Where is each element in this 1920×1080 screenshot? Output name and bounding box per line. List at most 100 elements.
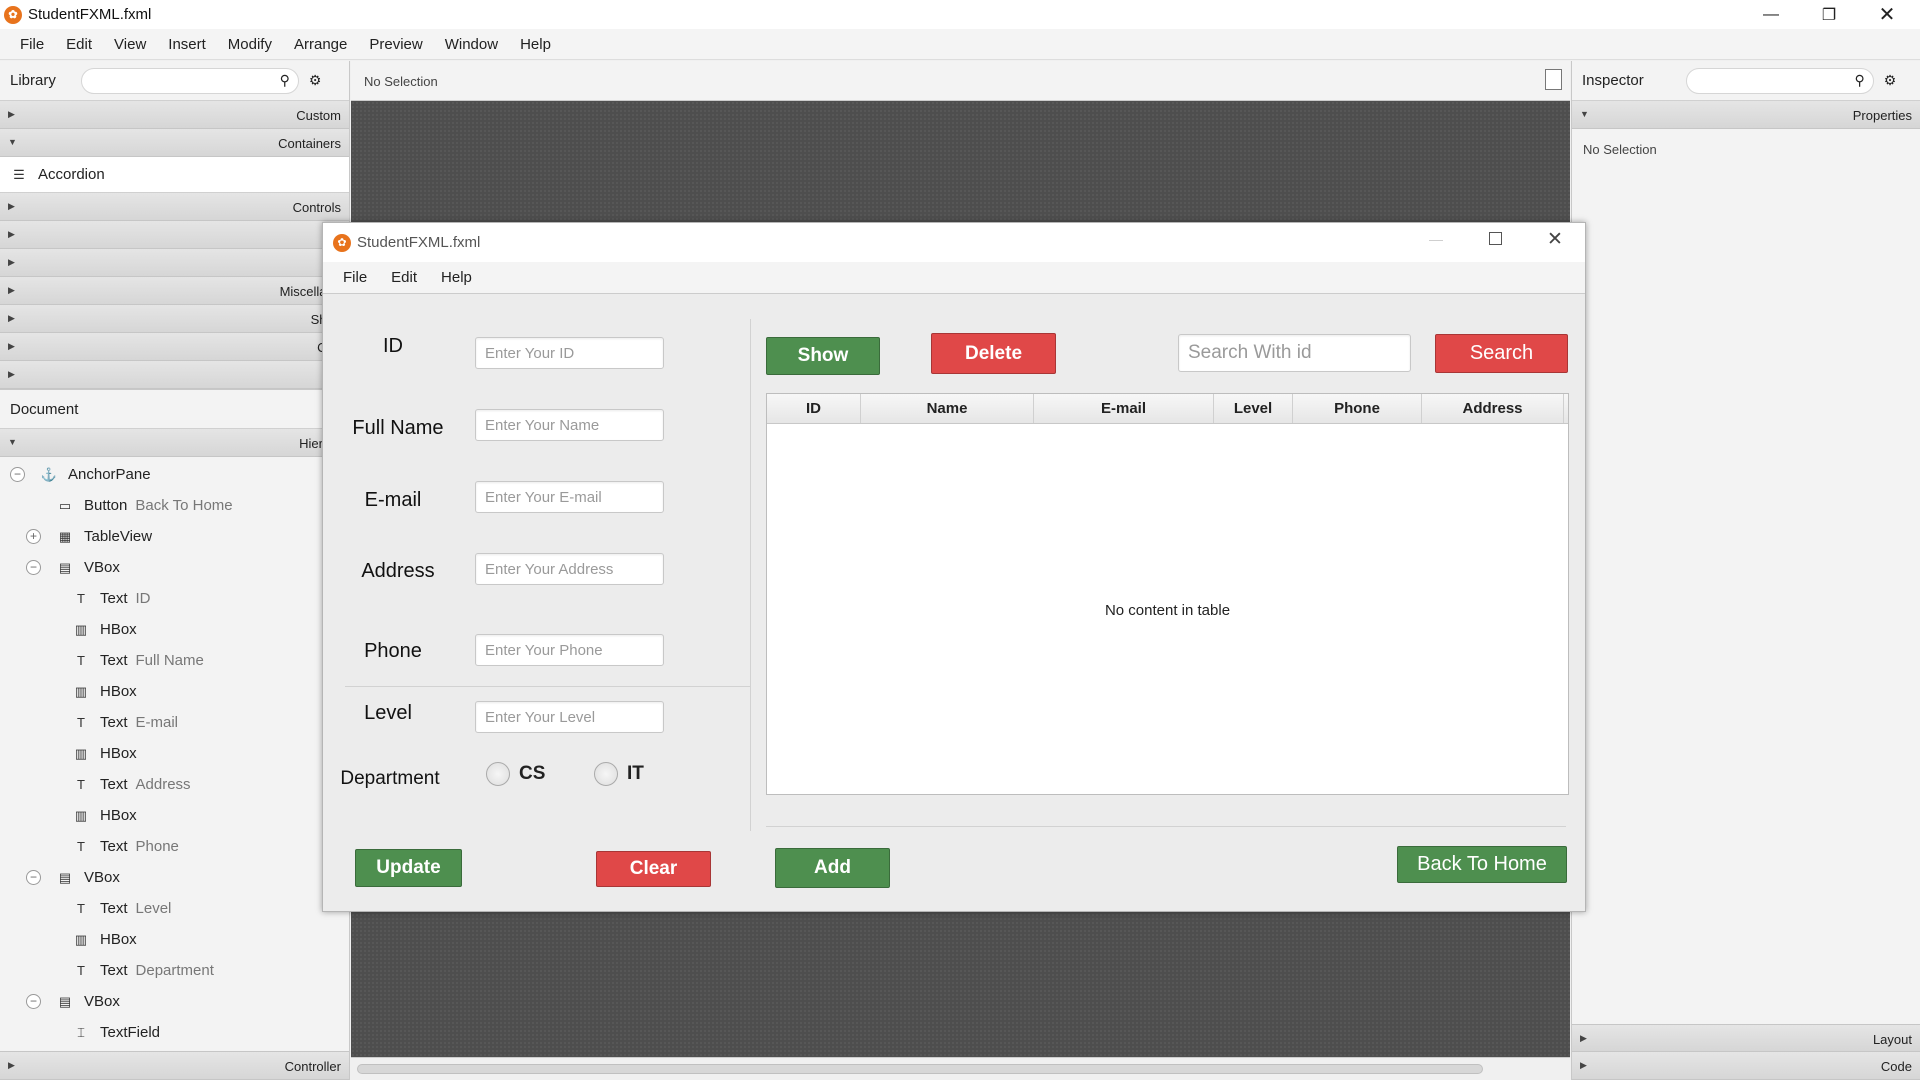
search-icon: ⚲	[279, 71, 290, 88]
layout-section-header[interactable]: ▶ Layout	[1572, 1024, 1920, 1052]
search-id-input[interactable]	[1178, 334, 1411, 372]
minimize-icon[interactable]: —	[1429, 231, 1443, 247]
close-icon[interactable]: ✕	[1858, 0, 1916, 29]
expand-icon[interactable]: +	[26, 529, 41, 544]
menu-view[interactable]: View	[103, 36, 157, 53]
library-section-header[interactable]: ▶Shap	[0, 305, 349, 333]
hierarchy-item[interactable]: ▥ HBox	[0, 800, 349, 831]
column-header-email[interactable]: E-mail	[1034, 394, 1214, 423]
hierarchy-item[interactable]: − ▤ VBox	[0, 862, 349, 893]
column-header-level[interactable]: Level	[1214, 394, 1293, 423]
hierarchy-section-header[interactable]: ▼ Hierarc	[0, 429, 349, 457]
document-icon[interactable]	[1545, 69, 1562, 90]
clear-button[interactable]: Clear	[596, 851, 711, 887]
hierarchy-item[interactable]: ▥ HBox	[0, 676, 349, 707]
library-section-header[interactable]: ▶	[0, 361, 349, 389]
hierarchy-item[interactable]: ⌶ TextField	[0, 1017, 349, 1048]
menu-preview[interactable]: Preview	[358, 36, 433, 53]
library-section-header[interactable]: ▶ Controls	[0, 193, 349, 221]
controller-section-header[interactable]: ▶ Controller	[0, 1051, 349, 1080]
library-section-header[interactable]: ▶ Custom	[0, 101, 349, 129]
hierarchy-item[interactable]: ▭ Button Back To Home	[0, 490, 349, 521]
level-input[interactable]	[475, 701, 664, 733]
library-section-header[interactable]: ▶Gl	[0, 221, 349, 249]
scrollbar-thumb[interactable]	[357, 1064, 1483, 1074]
menu-insert[interactable]: Insert	[157, 36, 217, 53]
hierarchy-item[interactable]: T Text Phone	[0, 831, 349, 862]
menu-window[interactable]: Window	[434, 36, 509, 53]
close-icon[interactable]: ✕	[1547, 228, 1563, 251]
it-radio-label[interactable]: IT	[627, 763, 644, 785]
phone-input[interactable]	[475, 634, 664, 666]
code-section-header[interactable]: ▶ Code	[1572, 1052, 1920, 1080]
column-header-address[interactable]: Address	[1422, 394, 1564, 423]
column-header-name[interactable]: Name	[861, 394, 1034, 423]
address-input[interactable]	[475, 553, 664, 585]
collapse-icon[interactable]: −	[10, 467, 25, 482]
update-button[interactable]: Update	[355, 849, 462, 887]
preview-menu-edit[interactable]: Edit	[379, 269, 429, 286]
hierarchy-item[interactable]: T Text Department	[0, 955, 349, 986]
gear-icon[interactable]: ⚙	[309, 72, 322, 89]
hierarchy-item[interactable]: − ⚓ AnchorPane	[0, 459, 349, 490]
hierarchy-item[interactable]: T Text Full Name	[0, 645, 349, 676]
collapse-icon[interactable]: −	[26, 870, 41, 885]
hierarchy-item[interactable]: ▥ HBox	[0, 614, 349, 645]
hierarchy-item[interactable]: + ▦ TableView	[0, 521, 349, 552]
hierarchy-item-type: TextField	[100, 1024, 161, 1041]
hierarchy-item[interactable]: − ▤ VBox	[0, 986, 349, 1017]
text-icon: T	[77, 591, 85, 606]
menu-modify[interactable]: Modify	[217, 36, 283, 53]
minimize-icon[interactable]: —	[1742, 0, 1800, 29]
button-icon: ▭	[58, 497, 72, 513]
search-button[interactable]: Search	[1435, 334, 1568, 373]
gear-icon[interactable]: ⚙	[1884, 72, 1897, 89]
hierarchy-item[interactable]: T Text Level	[0, 893, 349, 924]
hierarchy-item[interactable]: T Text ID	[0, 583, 349, 614]
library-item-label: Accordion	[38, 166, 105, 183]
preview-menu-file[interactable]: File	[323, 269, 379, 286]
id-input[interactable]	[475, 337, 664, 369]
library-item-accordion[interactable]: ☰ Accordion	[0, 157, 349, 193]
restore-icon[interactable]: ❐	[1800, 0, 1858, 29]
properties-section-header[interactable]: ▼ Properties	[1572, 101, 1920, 129]
menu-edit[interactable]: Edit	[55, 36, 103, 53]
column-header-phone[interactable]: Phone	[1293, 394, 1422, 423]
full-name-input[interactable]	[475, 409, 664, 441]
hierarchy-item[interactable]: ▥ HBox	[0, 738, 349, 769]
collapse-icon[interactable]: −	[26, 560, 41, 575]
back-to-home-button[interactable]: Back To Home	[1397, 846, 1567, 883]
menu-help[interactable]: Help	[509, 36, 562, 53]
inspector-search-input[interactable]: ⚲	[1685, 67, 1874, 94]
cs-radio[interactable]	[486, 762, 510, 786]
library-section-header[interactable]: ▶ Miscellane	[0, 277, 349, 305]
student-table[interactable]: ID Name E-mail Level Phone Address No co…	[766, 393, 1569, 795]
menu-arrange[interactable]: Arrange	[283, 36, 358, 53]
horizontal-scrollbar[interactable]	[351, 1057, 1570, 1080]
hierarchy-item-type: Text	[100, 590, 128, 607]
library-search-input[interactable]: ⚲	[80, 67, 299, 94]
triangle-down-icon: ▼	[8, 137, 17, 147]
library-section-header[interactable]: ▼ Containers	[0, 129, 349, 157]
library-section-header[interactable]: ▶Me	[0, 249, 349, 277]
triangle-right-icon: ▶	[8, 285, 15, 295]
hierarchy-item-detail: Back To Home	[135, 497, 233, 514]
collapse-icon[interactable]: −	[26, 994, 41, 1009]
menu-file[interactable]: File	[0, 36, 55, 53]
email-input[interactable]	[475, 481, 664, 513]
show-button[interactable]: Show	[766, 337, 880, 375]
maximize-icon[interactable]	[1489, 232, 1502, 245]
hierarchy-item[interactable]: T Text E-mail	[0, 707, 349, 738]
delete-button[interactable]: Delete	[931, 333, 1056, 374]
library-section-header[interactable]: ▶Cha	[0, 333, 349, 361]
add-button[interactable]: Add	[775, 848, 890, 888]
cs-radio-label[interactable]: CS	[519, 763, 545, 785]
hierarchy-item[interactable]: − ▤ VBox	[0, 552, 349, 583]
hierarchy-item[interactable]: ▥ HBox	[0, 924, 349, 955]
hierarchy-item[interactable]: T Text Address	[0, 769, 349, 800]
column-header-id[interactable]: ID	[767, 394, 861, 423]
it-radio[interactable]	[594, 762, 618, 786]
table-empty-message: No content in table	[1104, 602, 1231, 619]
preview-menu-help[interactable]: Help	[429, 269, 484, 286]
code-label: Code	[1880, 1059, 1912, 1074]
